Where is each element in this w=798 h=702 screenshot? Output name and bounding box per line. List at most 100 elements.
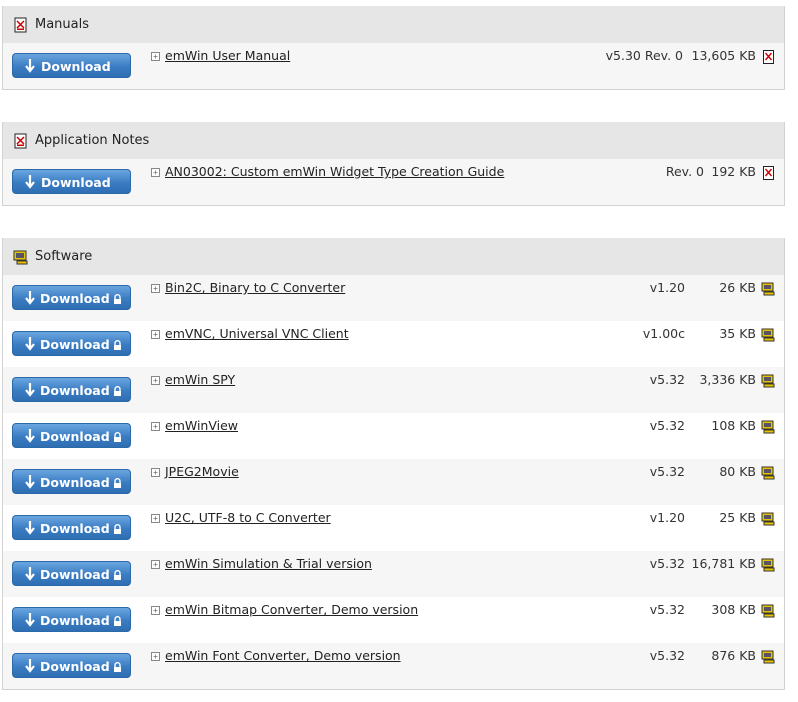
item-size: 876 KB	[711, 648, 756, 663]
section-title: Manuals	[35, 17, 90, 32]
item-version: v1.00c	[642, 326, 685, 341]
item-version: v5.32	[649, 418, 685, 433]
item-link[interactable]: emWin Font Converter, Demo version	[165, 648, 401, 663]
download-arrow-icon	[25, 58, 35, 76]
expand-icon[interactable]: +	[151, 468, 160, 477]
item-link[interactable]: U2C, UTF-8 to C Converter	[165, 510, 331, 525]
download-arrow-icon	[25, 382, 35, 400]
item-size: 16,781 KB	[691, 556, 756, 571]
list-item: Download + emWin Font Converter, Demo vers…	[3, 643, 784, 689]
list-item: Download + emVNC, Universal VNC Client v1.0…	[3, 321, 784, 367]
list-item: Download + U2C, UTF-8 to C Converter v1.20 2…	[3, 505, 784, 551]
item-version: v5.30 Rev. 0	[605, 48, 683, 63]
expand-icon[interactable]: +	[151, 168, 160, 177]
lock-icon	[113, 661, 122, 676]
download-button[interactable]: Download	[12, 653, 131, 678]
download-label: Download	[40, 567, 110, 582]
download-label: Download	[40, 429, 110, 444]
download-label: Download	[40, 659, 110, 674]
list-item: Download + emWin Bitmap Converter, Demo ve…	[3, 597, 784, 643]
expand-icon[interactable]: +	[151, 652, 160, 661]
item-version: v1.20	[649, 510, 685, 525]
expand-icon[interactable]: +	[151, 560, 160, 569]
item-link[interactable]: emWin SPY	[165, 372, 235, 387]
download-label: Download	[40, 613, 110, 628]
expand-icon[interactable]: +	[151, 422, 160, 431]
item-size: 35 KB	[719, 326, 756, 341]
download-button[interactable]: Download	[12, 607, 131, 632]
expand-icon[interactable]: +	[151, 330, 160, 339]
item-version: v5.32	[649, 556, 685, 571]
download-arrow-icon	[25, 174, 35, 192]
download-button[interactable]: Download	[12, 331, 131, 356]
pdf-icon	[13, 133, 29, 149]
expand-icon[interactable]: +	[151, 514, 160, 523]
download-button[interactable]: Download	[12, 561, 131, 586]
item-size: 80 KB	[719, 464, 756, 479]
expand-icon[interactable]: +	[151, 284, 160, 293]
download-button[interactable]: Download	[12, 377, 131, 402]
lock-icon	[113, 385, 122, 400]
software-icon	[13, 249, 29, 265]
pdf-icon	[13, 17, 29, 33]
list-item: Download + AN03002: Custom emWin Widget …	[3, 159, 784, 205]
download-arrow-icon	[25, 474, 35, 492]
section-header: Software	[3, 238, 784, 275]
item-link[interactable]: emWinView	[165, 418, 238, 433]
application-notes-section: Application Notes Download + AN03002: Cu…	[2, 122, 785, 206]
download-label: Download	[40, 521, 110, 536]
download-arrow-icon	[25, 336, 35, 354]
lock-icon	[113, 569, 122, 584]
lock-icon	[113, 615, 122, 630]
item-size: 308 KB	[711, 602, 756, 617]
item-link[interactable]: AN03002: Custom emWin Widget Type Creati…	[165, 164, 504, 179]
software-icon	[761, 420, 776, 438]
expand-icon[interactable]: +	[151, 606, 160, 615]
software-icon	[761, 650, 776, 668]
software-icon	[761, 558, 776, 576]
item-version: v1.20	[649, 280, 685, 295]
item-link[interactable]: emWin User Manual	[165, 48, 290, 63]
list-item: Download + Bin2C, Binary to C Converter v1.…	[3, 275, 784, 321]
item-version: Rev. 0	[665, 164, 704, 179]
item-size: 13,605 KB	[691, 48, 756, 63]
item-size: 108 KB	[711, 418, 756, 433]
software-icon	[761, 282, 776, 300]
item-link[interactable]: emWin Bitmap Converter, Demo version	[165, 602, 418, 617]
manuals-section: Manuals Download + emWin User Manual v5.…	[2, 6, 785, 90]
expand-icon[interactable]: +	[151, 52, 160, 61]
download-label: Download	[40, 383, 110, 398]
download-button[interactable]: Download	[12, 169, 131, 194]
section-header: Application Notes	[3, 122, 784, 159]
download-label: Download	[40, 475, 110, 490]
item-version: v5.32	[649, 648, 685, 663]
download-label: Download	[41, 59, 111, 74]
pdf-icon	[762, 166, 776, 184]
lock-icon	[113, 431, 122, 446]
list-item: Download + JPEG2Movie v5.32 80 KB	[3, 459, 784, 505]
lock-icon	[113, 339, 122, 354]
item-version: v5.32	[649, 602, 685, 617]
list-item: Download + emWin Simulation & Trial versio…	[3, 551, 784, 597]
item-link[interactable]: JPEG2Movie	[165, 464, 239, 479]
download-button[interactable]: Download	[12, 53, 131, 78]
item-size: 25 KB	[719, 510, 756, 525]
software-icon	[761, 328, 776, 346]
item-link[interactable]: Bin2C, Binary to C Converter	[165, 280, 345, 295]
item-size: 26 KB	[719, 280, 756, 295]
download-arrow-icon	[25, 520, 35, 538]
lock-icon	[113, 477, 122, 492]
item-version: v5.32	[649, 372, 685, 387]
lock-icon	[113, 523, 122, 538]
download-button[interactable]: Download	[12, 423, 131, 448]
item-link[interactable]: emVNC, Universal VNC Client	[165, 326, 349, 341]
download-button[interactable]: Download	[12, 515, 131, 540]
software-section: Software Download + Bin2C, Binary to C Con…	[2, 238, 785, 690]
download-button[interactable]: Download	[12, 469, 131, 494]
item-size: 192 KB	[711, 164, 756, 179]
download-label: Download	[40, 291, 110, 306]
expand-icon[interactable]: +	[151, 376, 160, 385]
download-button[interactable]: Download	[12, 285, 131, 310]
item-link[interactable]: emWin Simulation & Trial version	[165, 556, 372, 571]
software-icon	[761, 374, 776, 392]
